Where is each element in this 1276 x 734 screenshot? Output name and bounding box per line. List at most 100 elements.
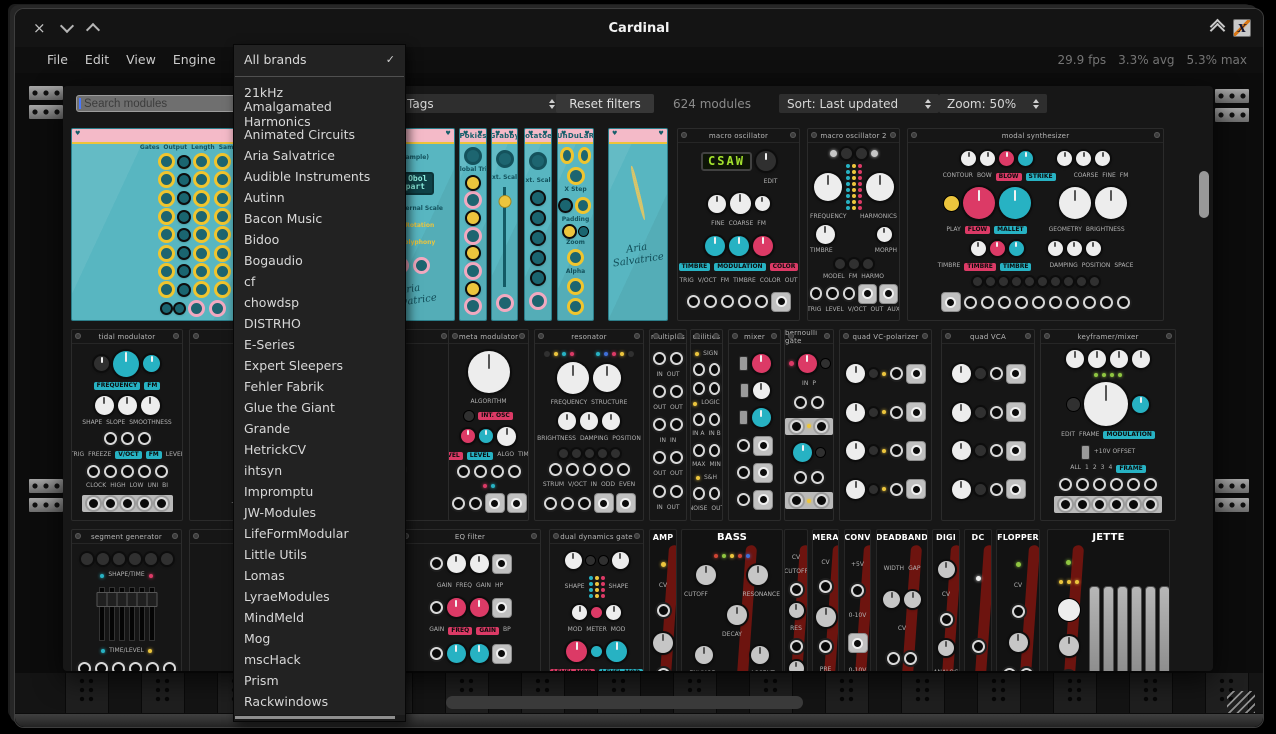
ring-knob [567, 167, 585, 185]
menubar-item-engine[interactable]: Engine [173, 47, 216, 73]
module-card-amp[interactable]: AMPCVIN [649, 529, 677, 671]
brand-menu-item[interactable]: cf [234, 271, 405, 292]
brand-menu-item[interactable]: Lomas [234, 565, 405, 586]
widget-row [81, 553, 173, 565]
brand-menu-item[interactable]: E-Series [234, 334, 405, 355]
jack [851, 584, 864, 597]
module-card-conv[interactable]: CONV+5V0-10V0-10V [844, 529, 871, 671]
module-card-flopper[interactable]: FLOPPERCVIN [996, 529, 1040, 671]
brand-menu-item[interactable]: Mog [234, 628, 405, 649]
module-title: quad VCA [942, 330, 1034, 344]
menubar-item-file[interactable]: File [47, 47, 68, 73]
brand-menu-item[interactable]: Grande [234, 418, 405, 439]
module-card-macro-oscillator-2[interactable]: macro oscillator 2FREQUENCYHARMONICSTIMB… [807, 128, 900, 321]
shade-window-icon[interactable] [1212, 21, 1223, 36]
module-card-pokies[interactable]: PokiesGlobal Trig [459, 128, 487, 321]
module-card-modal-synthesizer[interactable]: modal synthesizerCONTOURBOWBLOWSTRIKECOA… [907, 128, 1164, 321]
knob [113, 351, 139, 377]
brand-menu-item[interactable]: Rackwindows [234, 691, 405, 712]
widget-row: TIME/LEVEL [101, 648, 152, 655]
module-card-untitled[interactable]: AriaSalvatrice [608, 128, 668, 321]
brand-menu-item[interactable]: mscHack [234, 649, 405, 670]
module-card-bass[interactable]: BASSCUTOFFRESONANCEDECAYENVMODACCENTACCE… [681, 529, 783, 671]
module-card-dual-dynamics-gate[interactable]: dual dynamics gateSHAPESHAPEMODMETERMODL… [549, 529, 644, 671]
module-card-untitled[interactable]: CVCUTOFFRESDECAY [784, 529, 808, 671]
brand-menu-item[interactable]: ihtsyn [234, 460, 405, 481]
brand-menu-item[interactable]: DISTRHO [234, 313, 405, 334]
brand-menu-item[interactable]: Glue the Giant [234, 397, 405, 418]
module-title: EQ filter [400, 530, 540, 544]
panel-label: WIDTH [884, 566, 905, 573]
brand-menu-item[interactable]: Prism [234, 670, 405, 691]
value-tag: MODULATION [1103, 431, 1154, 439]
app-x11-icon[interactable]: X [1233, 19, 1251, 37]
panel-label: BP [503, 627, 511, 634]
brand-menu-item[interactable]: chowdsp [234, 292, 405, 313]
brand-menu-item[interactable]: JW-Modules [234, 502, 405, 523]
brand-menu-item[interactable]: Autinn [234, 187, 405, 208]
brand-menu-item[interactable]: Fehler Fabrik [234, 376, 405, 397]
knob [179, 157, 189, 167]
resize-handle[interactable] [1227, 691, 1255, 713]
vertical-scrollbar-thumb[interactable] [1199, 171, 1209, 218]
brand-menu-item-all-brands[interactable]: All brands✓ [234, 48, 405, 71]
module-card-eq-filter[interactable]: EQ filterGAINFREQGAINHPGAINFREQGAINBPGAI… [399, 529, 541, 671]
module-card-quad-vca[interactable]: quad VCA [941, 329, 1035, 521]
panel-label: CLOCK [86, 483, 106, 490]
module-card-mixer[interactable]: mixer [728, 329, 781, 521]
brand-menu-item[interactable]: HetrickCV [234, 439, 405, 460]
widget-row [695, 646, 769, 664]
module-card-keyframer-mixer[interactable]: keyframer/mixerEDITFRAMEMODULATION+10V O… [1040, 329, 1176, 521]
panel-label: TIMBRE [733, 278, 756, 285]
module-card-jette[interactable]: JETTEINFECT [1047, 529, 1170, 671]
menu-scrollbar[interactable] [234, 715, 405, 721]
reset-filters-button[interactable]: Reset filters [556, 94, 654, 113]
widget-row [82, 495, 173, 512]
module-card-dc[interactable]: DCIN [964, 529, 992, 671]
module-card-utilities[interactable]: utilitiesSIGNLOGICIN AIN BMAXMINS&HNOISE… [690, 329, 723, 521]
module-card-resonator[interactable]: resonatorFREQUENCYSTRUCTUREBRIGHTNESSDAM… [534, 329, 644, 521]
module-card-tidal-modulator[interactable]: tidal modulatorFREQUENCYFMSHAPESLOPESMOO… [71, 329, 183, 521]
brand-menu-item[interactable]: Little Utils [234, 544, 405, 565]
module-card-macro-oscillator[interactable]: macro oscillatorCSAWEDITFINECOARSEFMTIMB… [677, 128, 800, 321]
brand-menu-item[interactable]: Audible Instruments [234, 166, 405, 187]
horizontal-scrollbar[interactable] [446, 696, 803, 709]
brand-menu-item[interactable]: LyraeModules [234, 586, 405, 607]
tags-filter-select[interactable]: Tags [399, 94, 563, 113]
brand-menu-item[interactable]: Impromptu [234, 481, 405, 502]
ring-knob [413, 257, 430, 274]
jack [998, 296, 1011, 309]
knob [849, 259, 859, 269]
menubar-item-edit[interactable]: Edit [85, 47, 109, 73]
brand-menu-item[interactable]: MindMeld [234, 607, 405, 628]
menubar-item-view[interactable]: View [126, 47, 156, 73]
zoom-select[interactable]: Zoom: 50% [939, 94, 1047, 113]
value-tag: STRIKE [1026, 173, 1056, 181]
module-card-deadband[interactable]: DEADBANDWIDTHGAPCV [876, 529, 928, 671]
ring-knob [214, 171, 231, 188]
module-card-undular[interactable]: UnDuLaRX StepPaddingZoomAlpha [557, 128, 594, 321]
module-card-bernoulli-gate[interactable]: bernoulli gateINP [784, 329, 834, 521]
jack [121, 432, 134, 445]
module-title: JETTE [1048, 530, 1169, 545]
search-input[interactable] [76, 95, 237, 112]
panel-label: GAIN [476, 583, 491, 590]
module-card-grabby[interactable]: GrabbyExt. Scale [491, 128, 518, 321]
sort-select[interactable]: Sort: Last updated [779, 94, 939, 113]
module-card-rotatoes[interactable]: RotatoesExt. Scale [524, 128, 552, 321]
module-card-multiples[interactable]: multiplesINOUTOUTOUTININOUTOUTINOUT [649, 329, 687, 521]
knob [696, 565, 716, 585]
brand-menu-item[interactable]: Expert Sleepers [234, 355, 405, 376]
brand-menu-item[interactable]: Bogaudio [234, 250, 405, 271]
module-card-digi[interactable]: DIGICVANALOG [932, 529, 960, 671]
knob [560, 200, 571, 211]
module-card-quad-vc-polarizer[interactable]: quad VC-polarizer [839, 329, 932, 521]
brand-menu-item[interactable]: LifeFormModular [234, 523, 405, 544]
module-card-mera[interactable]: MERACVPRE [812, 529, 839, 671]
brand-menu-item[interactable]: Amalgamated Harmonics [234, 103, 405, 124]
module-card-meta-modulator[interactable]: meta modulatorALGORITHMINT. OSCLEVELLEVE… [448, 329, 529, 521]
brand-menu-item[interactable]: Bacon Music [234, 208, 405, 229]
brand-menu-item[interactable]: Bidoo [234, 229, 405, 250]
module-card-segment-generator[interactable]: segment generatorSHAPE/TIMETIME/LEVELGAT… [71, 529, 182, 671]
brand-menu-item[interactable]: Aria Salvatrice [234, 145, 405, 166]
